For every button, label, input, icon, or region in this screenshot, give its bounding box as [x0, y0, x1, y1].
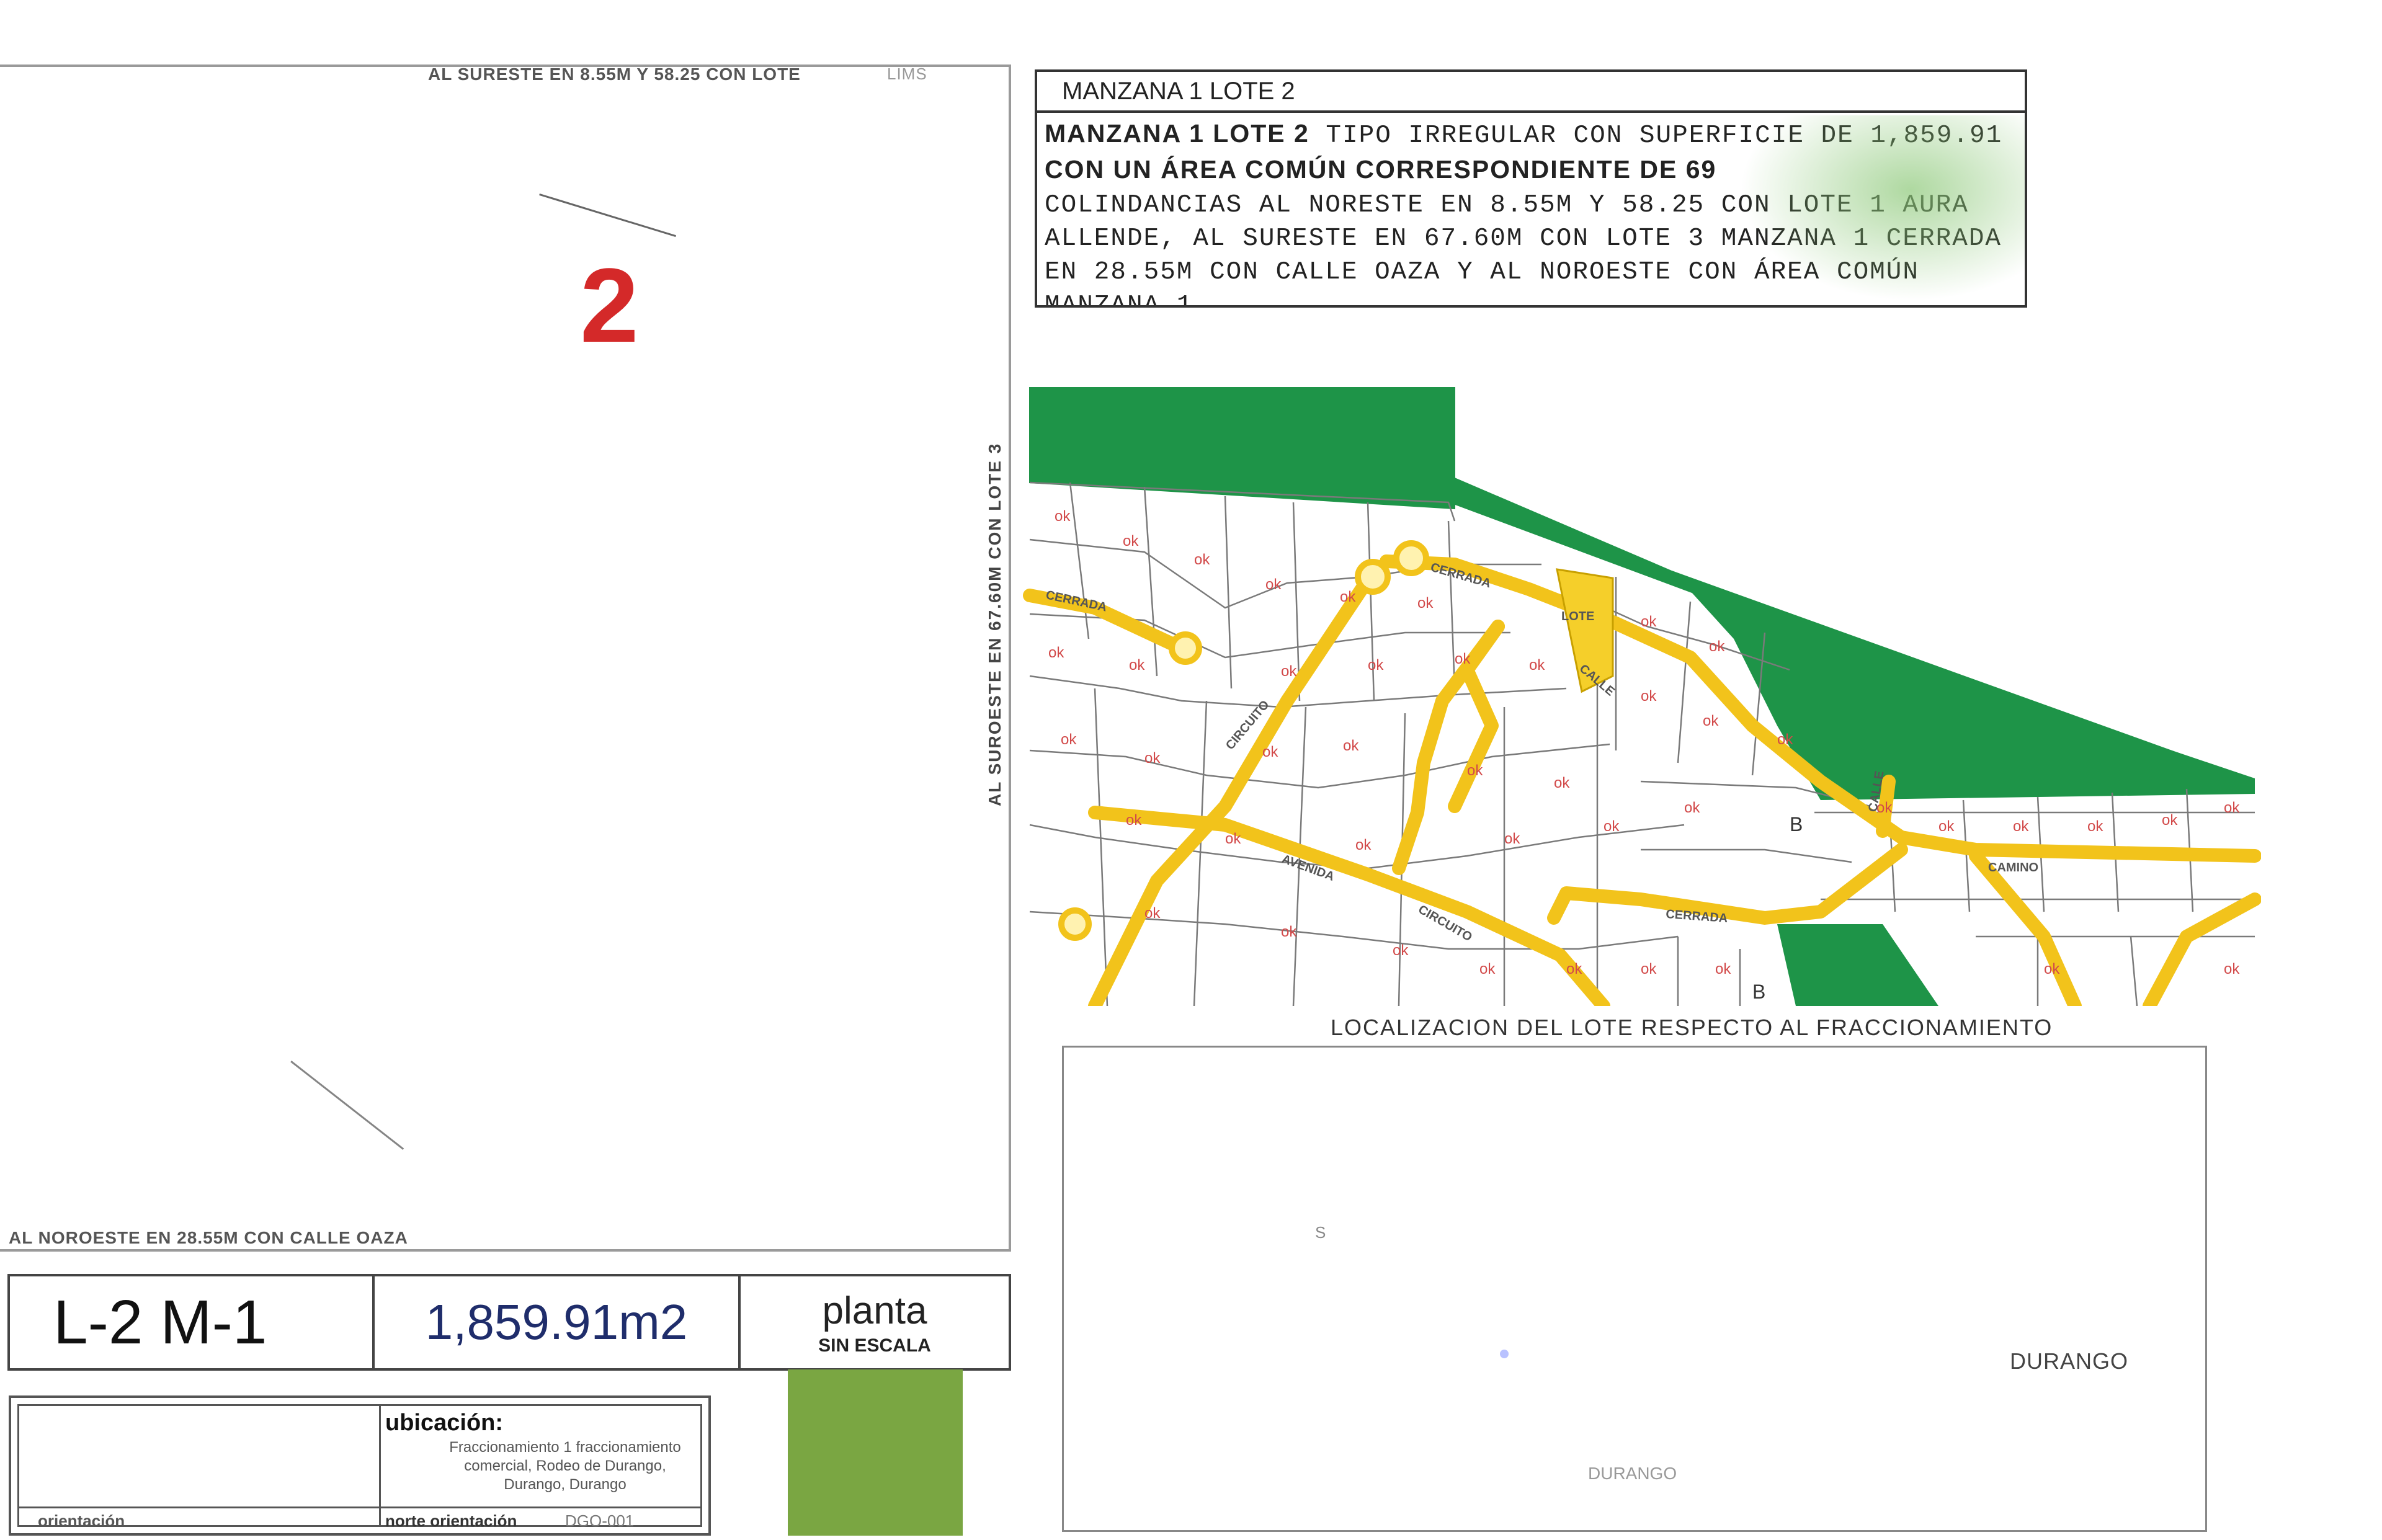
- svg-text:ok: ok: [1554, 775, 1570, 791]
- svg-text:ok: ok: [1393, 942, 1409, 959]
- plan-label-cell: planta SIN ESCALA: [741, 1276, 1009, 1368]
- svg-text:ok: ok: [1566, 961, 1582, 977]
- vicinity-label-tiny: S: [1315, 1223, 1326, 1242]
- location-desc-line: Durango, Durango: [504, 1476, 627, 1493]
- svg-text:ok: ok: [1340, 589, 1356, 605]
- svg-text:ok: ok: [1777, 731, 1793, 748]
- location-description: Fraccionamiento 1 fraccionamiento comerc…: [404, 1438, 726, 1494]
- location-desc-line: Fraccionamiento 1 fraccionamiento: [449, 1439, 681, 1456]
- svg-text:ok: ok: [1144, 905, 1161, 922]
- svg-text:ok: ok: [2013, 818, 2029, 835]
- svg-text:ok: ok: [1123, 533, 1139, 550]
- svg-text:ok: ok: [1368, 657, 1384, 674]
- svg-text:ok: ok: [1355, 837, 1372, 853]
- green-area-swatch: [788, 1369, 963, 1536]
- north-orientation-label: norte orientación: [385, 1511, 517, 1530]
- plan-boundary-text-side: AL SUROESTE EN 67.60M CON LOTE 3: [985, 442, 1004, 806]
- vicinity-label-durango: DURANGO: [2010, 1348, 2129, 1374]
- vicinity-point: [1500, 1350, 1509, 1358]
- svg-text:ok: ok: [1455, 651, 1471, 667]
- lot-area: 1,859.91m2: [375, 1276, 741, 1368]
- description-green-haze: [1739, 115, 2025, 301]
- svg-text:ok: ok: [2162, 812, 2178, 829]
- plan-boundary-text-top-right: LIMS: [887, 65, 927, 83]
- location-desc-line: comercial, Rodeo de Durango,: [464, 1458, 666, 1474]
- svg-text:ok: ok: [1281, 663, 1297, 680]
- svg-text:ok: ok: [1641, 613, 1657, 630]
- plan-boundary-text-top: AL SURESTE EN 8.55M Y 58.25 CON LOTE: [428, 65, 801, 84]
- svg-text:ok: ok: [1715, 961, 1731, 977]
- svg-text:ok: ok: [1641, 961, 1657, 977]
- location-divider-horizontal: [19, 1507, 700, 1508]
- svg-text:ok: ok: [1048, 644, 1064, 661]
- svg-text:ok: ok: [1126, 812, 1142, 829]
- lot-description-box: MANZANA 1 LOTE 2 MANZANA 1 LOTE 2 TIPO I…: [1035, 69, 2027, 308]
- svg-text:ok: ok: [2224, 961, 2240, 977]
- description-header: MANZANA 1 LOTE 2: [1037, 72, 2025, 113]
- marker-b: B: [1752, 981, 1765, 1003]
- svg-text:ok: ok: [1144, 750, 1161, 767]
- svg-text:ok: ok: [1061, 731, 1077, 748]
- street-label: CAMINO: [1988, 861, 2038, 875]
- svg-text:ok: ok: [1225, 830, 1241, 847]
- subdivision-site-map: ok ok ok ok ok ok ok ok ok ok ok ok ok ok ok ok ok o…: [1023, 387, 2261, 1006]
- svg-text:ok: ok: [1262, 744, 1278, 760]
- svg-text:ok: ok: [1417, 595, 1434, 612]
- svg-text:ok: ok: [1703, 713, 1719, 729]
- orientation-label: orientación: [38, 1511, 125, 1530]
- location-inner-frame: ubicación: Fraccionamiento 1 fraccionami…: [17, 1404, 702, 1530]
- svg-text:ok: ok: [1281, 924, 1297, 940]
- svg-text:ok: ok: [2224, 799, 2240, 816]
- svg-text:ok: ok: [1479, 961, 1496, 977]
- svg-text:ok: ok: [1194, 551, 1210, 568]
- title-block: L-2 M-1 1,859.91m2 planta SIN ESCALA: [7, 1274, 1011, 1371]
- lot-id: L-2 M-1: [10, 1276, 375, 1368]
- vicinity-map-box: [1062, 1046, 2207, 1532]
- svg-text:ok: ok: [1938, 818, 1955, 835]
- svg-text:ok: ok: [1641, 688, 1657, 705]
- street-label: LOTE: [1561, 610, 1594, 623]
- marker-b: B: [1790, 813, 1803, 835]
- svg-text:ok: ok: [1684, 799, 1700, 816]
- plan-title: planta: [822, 1289, 927, 1332]
- location-code: DGO-001: [565, 1511, 635, 1530]
- plan-boundary-text-bottom: AL NOROESTE EN 28.55M CON CALLE OAZA: [9, 1228, 408, 1247]
- svg-text:ok: ok: [1343, 737, 1359, 754]
- svg-text:ok: ok: [1055, 508, 1071, 525]
- svg-text:ok: ok: [1467, 762, 1483, 779]
- location-block: ubicación: Fraccionamiento 1 fraccionami…: [9, 1395, 711, 1536]
- svg-text:ok: ok: [1129, 657, 1145, 674]
- svg-text:ok: ok: [1529, 657, 1545, 674]
- svg-text:ok: ok: [2087, 818, 2103, 835]
- svg-text:ok: ok: [1265, 576, 1282, 593]
- plan-scale: SIN ESCALA: [818, 1335, 931, 1356]
- vicinity-label-small: DURANGO: [1588, 1464, 1677, 1483]
- svg-text:ok: ok: [2044, 961, 2060, 977]
- plan-frame: [0, 65, 1011, 1252]
- svg-text:ok: ok: [1709, 638, 1725, 655]
- svg-text:ok: ok: [1604, 818, 1620, 835]
- location-title: ubicación:: [385, 1410, 504, 1436]
- svg-text:ok: ok: [1504, 830, 1520, 847]
- map-caption: LOCALIZACION DEL LOTE RESPECTO AL FRACCI…: [1331, 1015, 2053, 1040]
- lot-number: 2: [580, 247, 639, 365]
